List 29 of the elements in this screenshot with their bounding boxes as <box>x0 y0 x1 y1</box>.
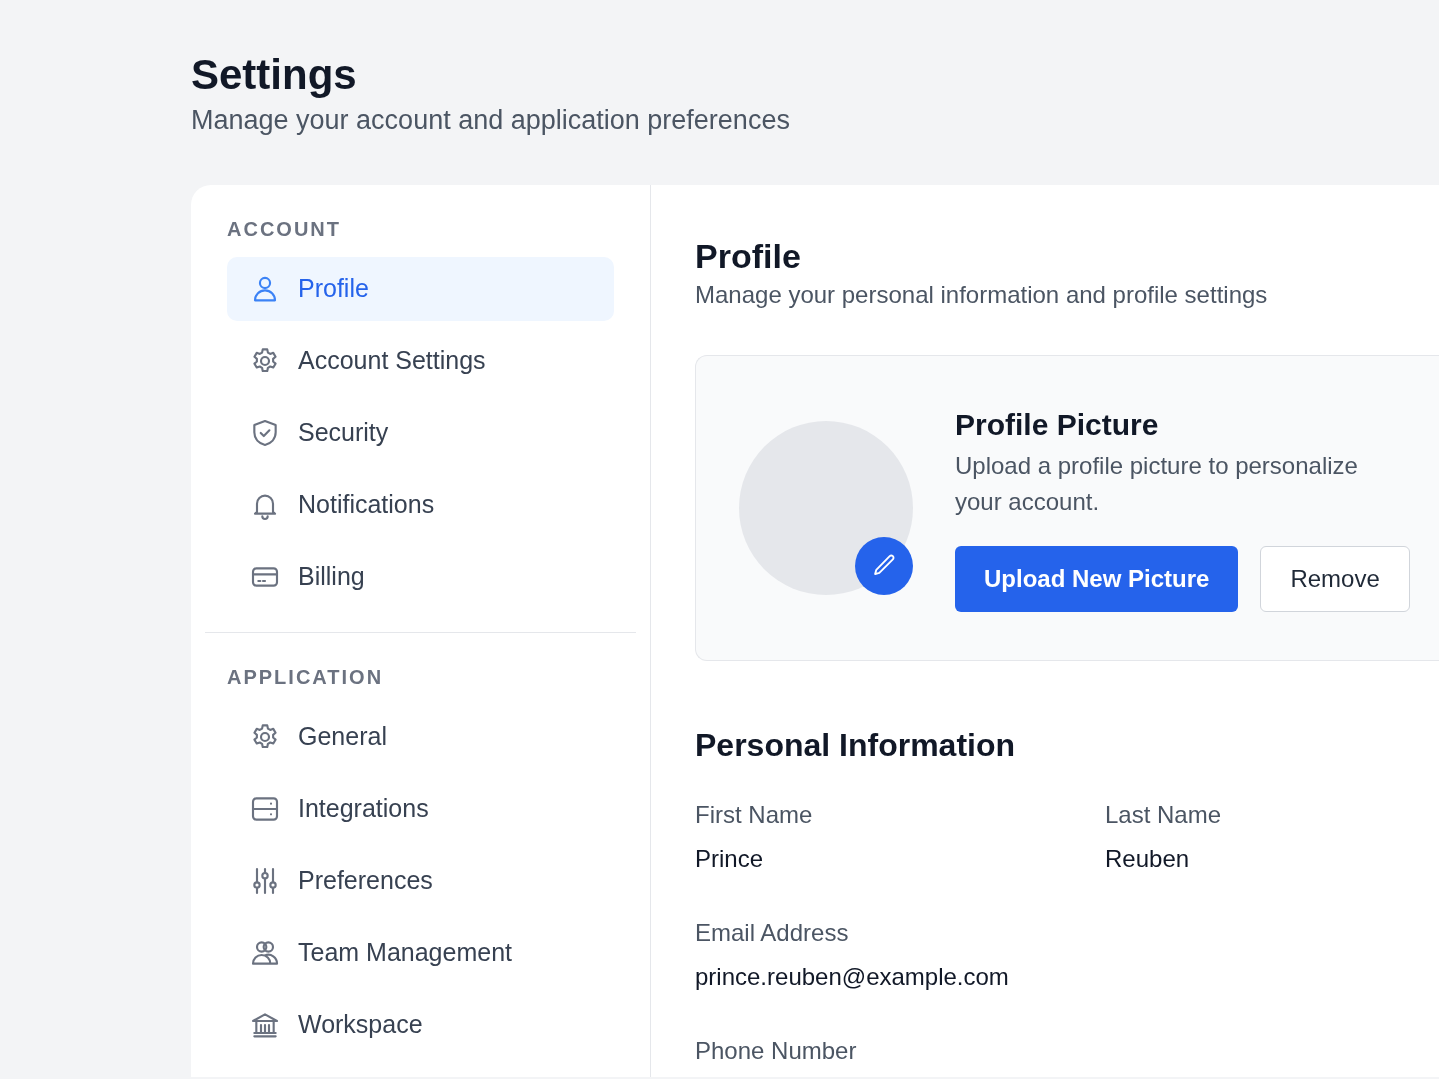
page-subtitle: Manage your account and application preferences <box>191 104 791 137</box>
sidebar-item[interactable]: General <box>227 705 614 769</box>
field-value: Prince <box>695 844 765 874</box>
sidebar-item[interactable]: Security <box>227 401 614 465</box>
field-label: Last Name <box>1105 800 1223 830</box>
field-label: Email Address <box>695 918 850 948</box>
field-label: First Name <box>695 800 814 830</box>
field-label: Phone Number <box>695 1036 858 1066</box>
section-label: ACCOUNT <box>227 217 342 242</box>
picture-description: Upload a profile picture to personalize your account. <box>955 451 1359 517</box>
section-subtitle: Manage your personal information and profile settings <box>695 280 1269 310</box>
edit-picture-button[interactable] <box>855 537 913 595</box>
sidebar-item[interactable]: Account Settings <box>227 329 614 393</box>
section-title: Profile <box>695 236 802 277</box>
sidebar-item[interactable]: Team Management <box>227 921 614 985</box>
section-title: Personal Information <box>695 726 1017 765</box>
sidebar-item[interactable]: Notifications <box>227 473 614 537</box>
field-value: Reuben <box>1105 844 1191 874</box>
picture-title: Profile Picture <box>955 407 1160 443</box>
sidebar-item[interactable]: Workspace <box>227 993 614 1057</box>
sidebar-item[interactable]: Preferences <box>227 849 614 913</box>
sidebar-item[interactable]: Billing <box>227 545 614 609</box>
field-value: prince.reuben@example.com <box>695 962 1010 992</box>
remove-button[interactable]: Remove <box>1260 546 1410 612</box>
section-label: APPLICATION <box>227 665 385 690</box>
sidebar-item[interactable]: Integrations <box>227 777 614 841</box>
upload-button[interactable]: Upload New Picture <box>955 546 1239 612</box>
page-title: Settings <box>191 50 358 100</box>
sidebar-item[interactable]: Profile <box>227 257 614 321</box>
